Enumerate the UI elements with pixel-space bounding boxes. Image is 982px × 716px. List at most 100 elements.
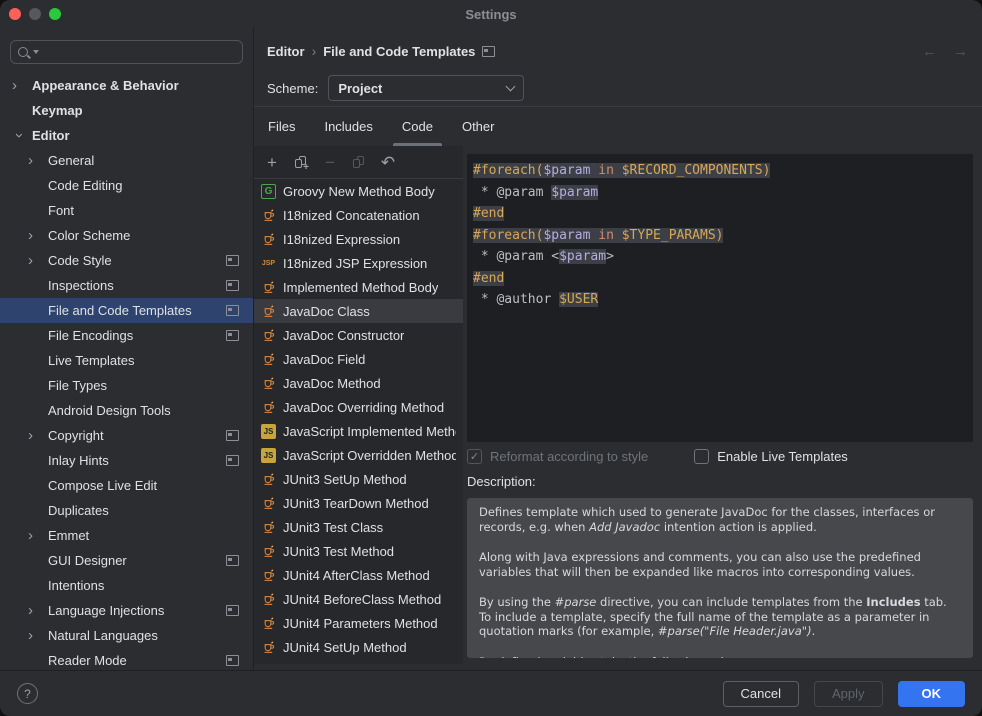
chevron-collapsed-icon[interactable]: › (12, 78, 32, 93)
sidebar-item-compose-live-edit[interactable]: Compose Live Edit (0, 473, 253, 498)
sidebar-item-file-encodings[interactable]: File Encodings (0, 323, 253, 348)
template-item-label: JavaDoc Class (283, 304, 370, 319)
java-class-icon (261, 496, 276, 511)
chevron-expanded-icon[interactable]: › (12, 128, 27, 143)
sidebar-item-general[interactable]: ›General (0, 148, 253, 173)
template-item-junit4-afterclass-method[interactable]: JUnit4 AfterClass Method (254, 563, 463, 587)
template-item-i18nized-jsp-expression[interactable]: JSP I18nized JSP Expression (254, 251, 463, 275)
template-item-javadoc-class[interactable]: JavaDoc Class (254, 299, 463, 323)
java-class-icon (261, 616, 276, 631)
chevron-collapsed-icon[interactable]: › (28, 253, 48, 268)
tab-other[interactable]: Other (462, 107, 495, 146)
java-class-icon (261, 232, 276, 247)
template-item-javascript-overridden-method[interactable]: JSJavaScript Overridden Method (254, 443, 463, 467)
close-button[interactable] (9, 8, 21, 20)
ok-button[interactable]: OK (898, 681, 966, 707)
template-item-junit3-test-method[interactable]: JUnit3 Test Method (254, 539, 463, 563)
java-class-icon (261, 520, 276, 535)
reset-to-default-icon[interactable]: ↶ (380, 154, 396, 171)
sidebar-item-copyright[interactable]: ›Copyright (0, 423, 253, 448)
sidebar-item-keymap[interactable]: Keymap (0, 98, 253, 123)
tab-code[interactable]: Code (402, 107, 433, 146)
sidebar-item-label: File Encodings (48, 328, 226, 343)
chevron-collapsed-icon[interactable]: › (28, 628, 48, 643)
sidebar-item-label: Inlay Hints (48, 453, 226, 468)
sidebar-item-label: Intentions (48, 578, 253, 593)
tab-files[interactable]: Files (268, 107, 295, 146)
settings-content: Editor › File and Code Templates ← → Sch… (254, 28, 982, 670)
sidebar-item-language-injections[interactable]: ›Language Injections (0, 598, 253, 623)
template-item-i18nized-concatenation[interactable]: I18nized Concatenation (254, 203, 463, 227)
template-item-junit3-setup-method[interactable]: JUnit3 SetUp Method (254, 467, 463, 491)
sidebar-item-label: Editor (32, 128, 253, 143)
sidebar-item-emmet[interactable]: ›Emmet (0, 523, 253, 548)
template-tabs: Files Includes Code Other (254, 107, 982, 146)
sidebar-item-file-and-code-templates[interactable]: File and Code Templates (0, 298, 253, 323)
search-input[interactable] (10, 40, 243, 64)
sidebar-item-label: Inspections (48, 278, 226, 293)
sidebar-item-label: Android Design Tools (48, 403, 253, 418)
sidebar-item-inspections[interactable]: Inspections (0, 273, 253, 298)
sidebar-item-duplicates[interactable]: Duplicates (0, 498, 253, 523)
minimize-button[interactable] (29, 8, 41, 20)
sidebar-item-file-types[interactable]: File Types (0, 373, 253, 398)
code-line: * @param $param (473, 182, 967, 204)
sidebar-item-label: Keymap (32, 103, 253, 118)
template-item-javadoc-method[interactable]: JavaDoc Method (254, 371, 463, 395)
template-item-label: I18nized JSP Expression (283, 256, 427, 271)
add-icon[interactable]: + (264, 154, 280, 171)
sidebar-item-editor[interactable]: › Editor (0, 123, 253, 148)
back-icon[interactable]: ← (922, 43, 937, 60)
template-item-junit3-teardown-method[interactable]: JUnit3 TearDown Method (254, 491, 463, 515)
template-code-editor[interactable]: #foreach($param in $RECORD_COMPONENTS) *… (467, 154, 973, 442)
sidebar-item-inlay-hints[interactable]: Inlay Hints (0, 448, 253, 473)
tab-label: Includes (324, 119, 372, 134)
template-item-i18nized-expression[interactable]: I18nized Expression (254, 227, 463, 251)
jsp-file-icon: JSP (261, 256, 276, 271)
template-item-groovy-new-method-body[interactable]: GGroovy New Method Body (254, 179, 463, 203)
reformat-checkbox[interactable] (467, 449, 482, 464)
sidebar-item-natural-languages[interactable]: ›Natural Languages (0, 623, 253, 648)
sidebar-item-live-templates[interactable]: Live Templates (0, 348, 253, 373)
sidebar-item-code-editing[interactable]: Code Editing (0, 173, 253, 198)
per-project-icon (226, 305, 239, 316)
sidebar-item-color-scheme[interactable]: ›Color Scheme (0, 223, 253, 248)
forward-icon[interactable]: → (953, 43, 968, 60)
scheme-select[interactable]: Project (328, 75, 524, 101)
chevron-collapsed-icon[interactable]: › (28, 153, 48, 168)
template-item-junit4-setup-method[interactable]: JUnit4 SetUp Method (254, 635, 463, 659)
template-item-javadoc-field[interactable]: JavaDoc Field (254, 347, 463, 371)
sidebar-item-android-design-tools[interactable]: Android Design Tools (0, 398, 253, 423)
add-child-icon[interactable]: + (293, 156, 309, 169)
live-templates-checkbox[interactable] (694, 449, 709, 464)
apply-button[interactable]: Apply (814, 681, 883, 707)
template-item-junit4-beforeclass-method[interactable]: JUnit4 BeforeClass Method (254, 587, 463, 611)
chevron-collapsed-icon[interactable]: › (28, 428, 48, 443)
sidebar-item-appearance-behavior[interactable]: ›Appearance & Behavior (0, 73, 253, 98)
help-button[interactable]: ? (17, 683, 38, 704)
chevron-collapsed-icon[interactable]: › (28, 528, 48, 543)
sidebar-item-gui-designer[interactable]: GUI Designer (0, 548, 253, 573)
chevron-collapsed-icon[interactable]: › (28, 603, 48, 618)
zoom-button[interactable] (49, 8, 61, 20)
sidebar-item-font[interactable]: Font (0, 198, 253, 223)
sidebar-item-reader-mode[interactable]: Reader Mode (0, 648, 253, 670)
template-item-javascript-implemented-method[interactable]: JSJavaScript Implemented Method (254, 419, 463, 443)
breadcrumb-parent[interactable]: Editor (267, 44, 305, 59)
template-item-junit4-parameters-method[interactable]: JUnit4 Parameters Method (254, 611, 463, 635)
template-item-javadoc-overriding-method[interactable]: JavaDoc Overriding Method (254, 395, 463, 419)
tab-includes[interactable]: Includes (324, 107, 372, 146)
template-item-implemented-method-body[interactable]: Implemented Method Body (254, 275, 463, 299)
sidebar-item-intentions[interactable]: Intentions (0, 573, 253, 598)
template-item-junit3-test-class[interactable]: JUnit3 Test Class (254, 515, 463, 539)
per-project-icon (226, 430, 239, 441)
window-controls (9, 8, 61, 20)
reformat-option: Reformat according to style (467, 449, 648, 464)
chevron-collapsed-icon[interactable]: › (28, 228, 48, 243)
cancel-button[interactable]: Cancel (723, 681, 799, 707)
template-item-javadoc-constructor[interactable]: JavaDoc Constructor (254, 323, 463, 347)
description-panel[interactable]: Defines template which used to generate … (467, 498, 973, 658)
per-project-icon (226, 280, 239, 291)
template-item-label: JavaDoc Constructor (283, 328, 404, 343)
sidebar-item-code-style[interactable]: ›Code Style (0, 248, 253, 273)
